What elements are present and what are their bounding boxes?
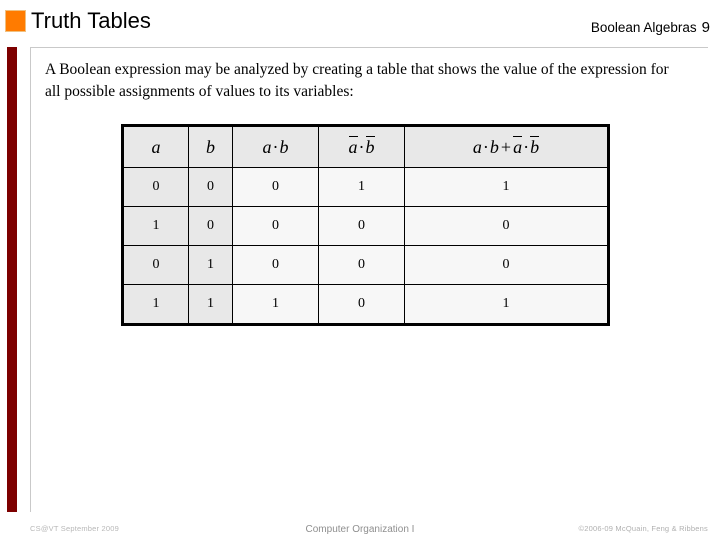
column-header-a: a <box>122 125 189 168</box>
math-operator-plus: + <box>500 137 512 157</box>
table-cell: 1 <box>122 206 189 246</box>
table-cell: 0 <box>232 167 319 207</box>
table-cell: 1 <box>404 284 609 325</box>
table-row: 01000 <box>122 245 609 285</box>
table-cell: 0 <box>232 245 319 285</box>
math-var-negated: a <box>513 136 523 157</box>
table-cell: 1 <box>404 167 609 207</box>
math-var-negated: b <box>530 136 540 157</box>
orange-square-icon <box>5 10 26 32</box>
column-header-expression-sum: a·b + a·b <box>404 125 609 168</box>
table-cell: 0 <box>318 284 405 325</box>
math-var-negated: a <box>348 136 358 157</box>
table-cell: 0 <box>188 206 233 246</box>
table-cell: 1 <box>232 284 319 325</box>
math-operator-dot: · <box>358 137 365 157</box>
table-cell: 0 <box>318 245 405 285</box>
slide-header: Truth Tables Boolean Algebras 9 <box>0 0 720 44</box>
table-cell: 0 <box>232 206 319 246</box>
table-row: 11101 <box>122 284 609 325</box>
math-operator-dot: · <box>272 136 279 157</box>
table-row: 10000 <box>122 206 609 246</box>
body-paragraph: A Boolean expression may be analyzed by … <box>45 61 669 100</box>
column-header-b: b <box>188 125 233 168</box>
table-cell: 0 <box>122 167 189 207</box>
math-var: b <box>489 137 499 157</box>
content-panel: A Boolean expression may be analyzed by … <box>30 47 708 512</box>
table-cell: 1 <box>318 167 405 207</box>
table-cell: 0 <box>404 245 609 285</box>
math-operator-dot: · <box>523 137 530 157</box>
math-var: a <box>262 136 272 157</box>
truth-table-head: a b a·b a·b a·b + a·b <box>122 125 609 168</box>
slide-number: 9 <box>701 19 710 36</box>
truth-table-container: a b a·b a·b a·b + a·b 00011100000100011101 <box>121 124 610 326</box>
table-header-row: a b a·b a·b a·b + a·b <box>122 125 609 168</box>
column-header-a-and-b: a·b <box>232 125 319 168</box>
truth-table-body: 00011100000100011101 <box>122 167 609 325</box>
footer-copyright: ©2006-09 McQuain, Feng & Ribbens <box>578 524 708 533</box>
table-cell: 1 <box>188 245 233 285</box>
math-var: a <box>151 136 161 157</box>
math-var: b <box>206 136 215 157</box>
page-title: Truth Tables <box>31 8 151 33</box>
math-var: a <box>472 137 482 157</box>
table-cell: 1 <box>122 284 189 325</box>
truth-table: a b a·b a·b a·b + a·b 00011100000100011101 <box>121 124 610 326</box>
header-topic-label: Boolean Algebras <box>590 20 697 35</box>
table-cell: 0 <box>122 245 189 285</box>
math-var: b <box>279 136 289 157</box>
math-operator-dot: · <box>482 137 489 157</box>
header-right-label: Boolean Algebras 9 <box>591 19 710 36</box>
column-header-nota-and-notb: a·b <box>318 125 405 168</box>
math-var-negated: b <box>365 136 375 157</box>
table-cell: 0 <box>318 206 405 246</box>
table-cell: 1 <box>188 284 233 325</box>
table-cell: 0 <box>404 206 609 246</box>
left-accent-bar <box>7 47 17 512</box>
table-row: 00011 <box>122 167 609 207</box>
table-cell: 0 <box>188 167 233 207</box>
